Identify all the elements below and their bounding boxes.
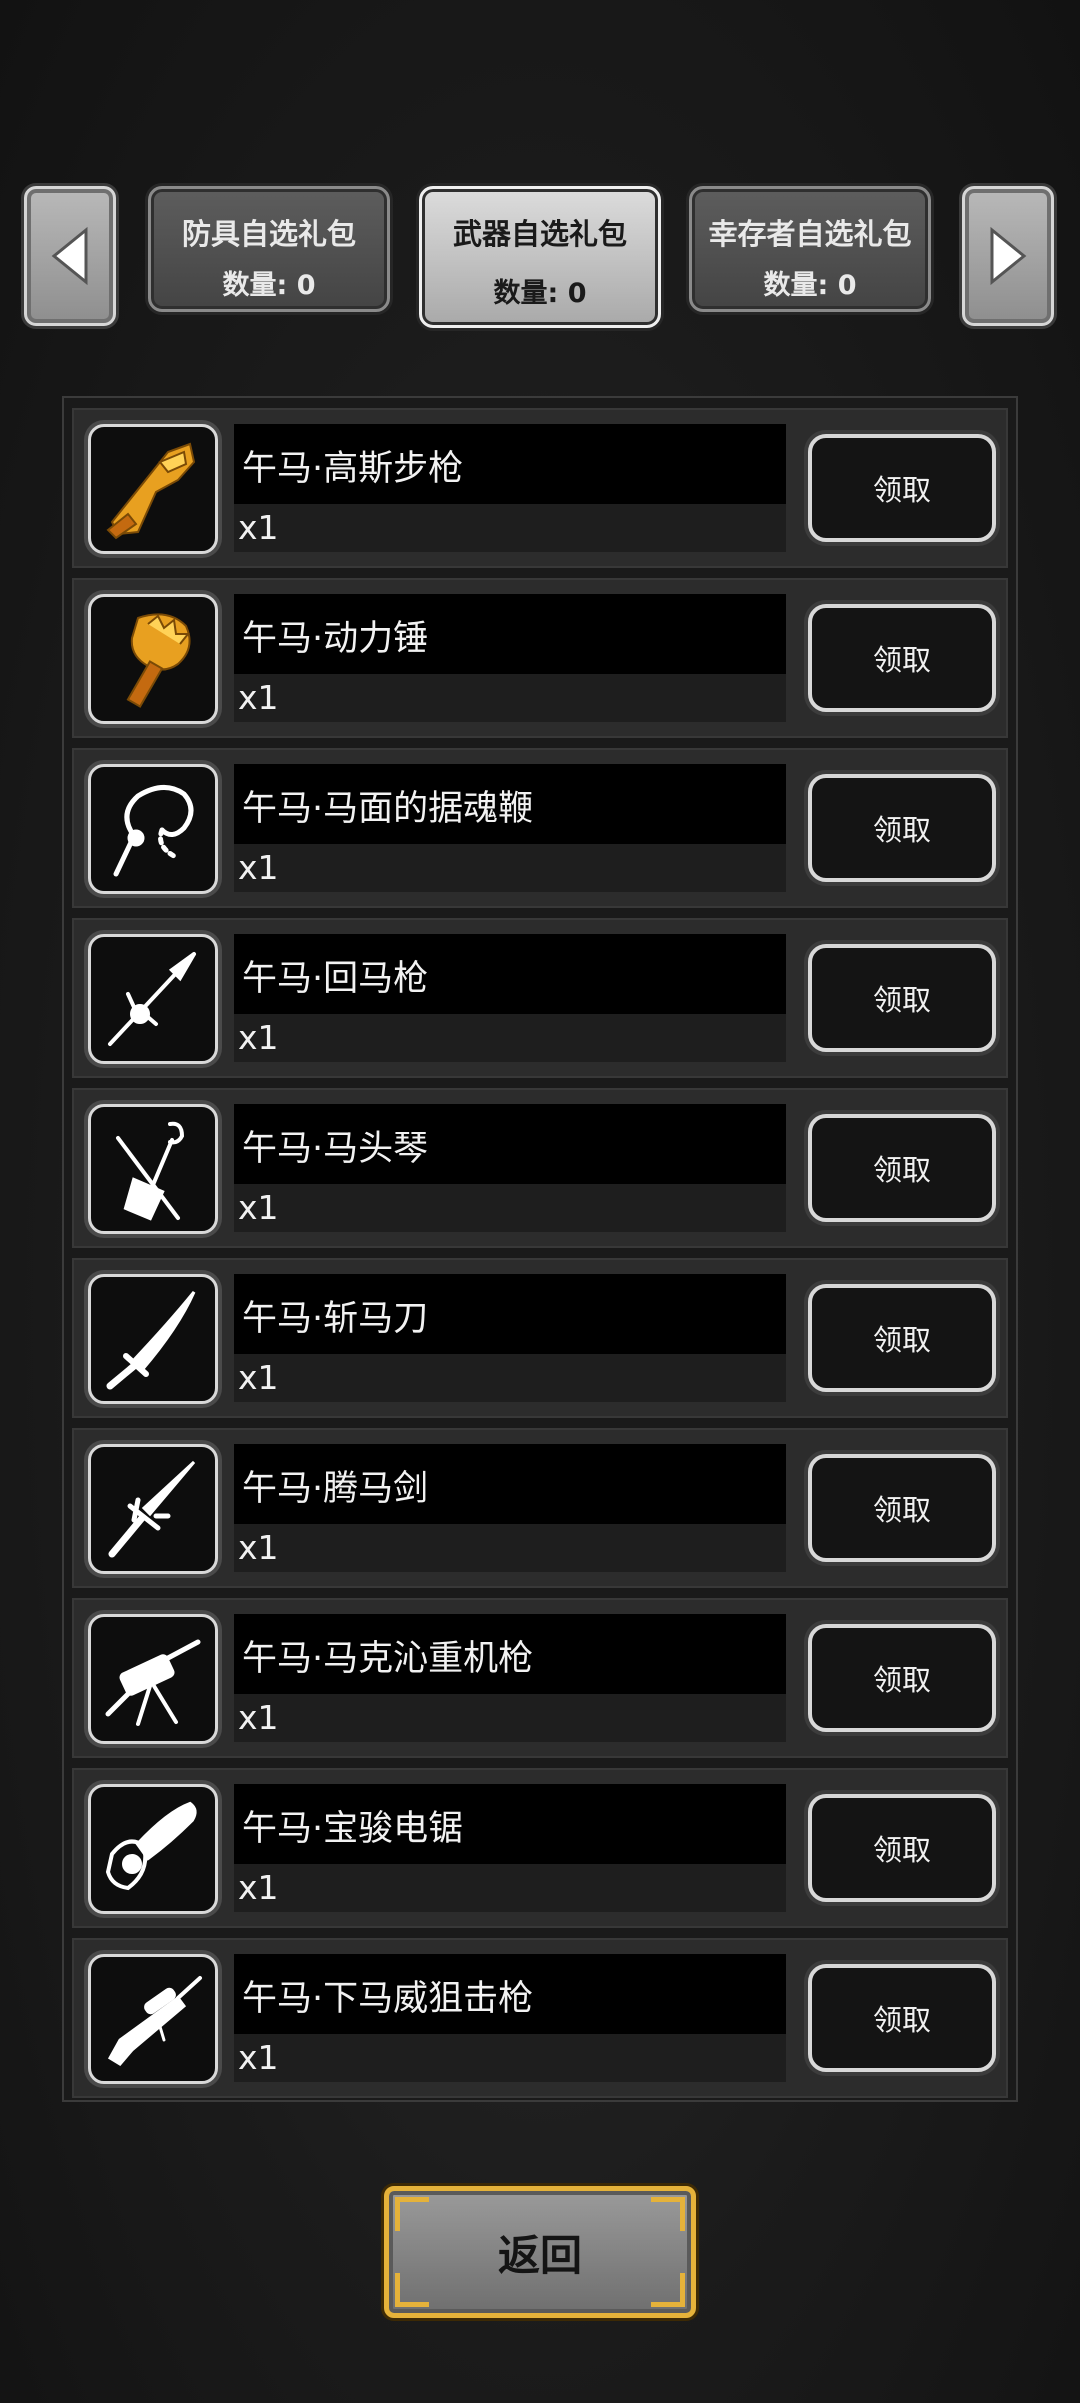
claim-button[interactable]: 领取 [808,434,996,542]
claim-button[interactable]: 领取 [808,1624,996,1732]
item-icon-frame [88,1784,218,1914]
item-icon-frame [88,934,218,1064]
horsehead-fiddle-icon [116,1121,185,1221]
claim-button[interactable]: 领取 [808,1964,996,2072]
item-name: 午马·马头琴 [234,1104,786,1184]
item-name: 午马·高斯步枪 [234,424,786,504]
item-name: 午马·动力锤 [234,594,786,674]
sword-icon [108,1460,196,1558]
spear-icon [108,952,196,1046]
list-item: 午马·高斯步枪 x1 领取 [72,408,1008,568]
item-name: 午马·下马威狙击枪 [234,1954,786,2034]
tab-label: 武器自选礼包 [452,217,627,251]
item-quantity: x1 [234,504,786,552]
list-item: 午马·马面的据魂鞭 x1 领取 [72,748,1008,908]
tab-count: 数量: 0 [222,270,316,301]
prev-page-button[interactable] [24,186,116,326]
item-icon-frame [88,1614,218,1744]
item-icon-frame [88,424,218,554]
list-item: 午马·动力锤 x1 领取 [72,578,1008,738]
corner-ornament [395,2197,429,2231]
chainsaw-icon [105,1801,197,1891]
triangle-left-icon [51,226,88,286]
sniper-rifle-icon [107,1976,202,2066]
list-item: 午马·下马威狙击枪 x1 领取 [72,1938,1008,2098]
tab-survivor-pack[interactable]: 幸存者自选礼包 数量: 0 [689,186,931,312]
next-page-button[interactable] [962,186,1054,326]
claim-button[interactable]: 领取 [808,774,996,882]
tab-count: 数量: 0 [493,278,587,309]
item-icon-frame [88,1954,218,2084]
list-item: 午马·宝骏电锯 x1 领取 [72,1768,1008,1928]
item-quantity: x1 [234,1354,786,1402]
item-quantity: x1 [234,2034,786,2082]
item-quantity: x1 [234,844,786,892]
item-name: 午马·腾马剑 [234,1444,786,1524]
item-quantity: x1 [234,1524,786,1572]
claim-button[interactable]: 领取 [808,1284,996,1392]
tab-armor-pack[interactable]: 防具自选礼包 数量: 0 [148,186,390,312]
whip-icon [113,785,194,877]
item-name: 午马·斩马刀 [234,1274,786,1354]
item-name: 午马·回马枪 [234,934,786,1014]
gauss-rifle-icon [106,442,196,540]
corner-ornament [651,2273,685,2307]
item-name: 午马·马面的据魂鞭 [234,764,786,844]
back-button-label: 返回 [497,2230,582,2280]
list-item: 午马·腾马剑 x1 领取 [72,1428,1008,1588]
power-hammer-icon [126,613,191,708]
claim-button[interactable]: 领取 [808,604,996,712]
item-icon-frame [88,1444,218,1574]
item-name: 午马·宝骏电锯 [234,1784,786,1864]
item-quantity: x1 [234,1694,786,1742]
tab-label: 防具自选礼包 [181,217,356,251]
sabre-icon [106,1291,196,1390]
item-name: 午马·马克沁重机枪 [234,1614,786,1694]
list-item: 午马·马头琴 x1 领取 [72,1088,1008,1248]
list-item: 午马·回马枪 x1 领取 [72,918,1008,1078]
item-quantity: x1 [234,1864,786,1912]
back-button[interactable]: 返回 [384,2186,696,2318]
claim-button[interactable]: 领取 [808,1794,996,1902]
item-icon-frame [88,594,218,724]
reward-list[interactable]: 午马·高斯步枪 x1 领取 午马·动力锤 x1 领取 午马·马面的据魂鞭 x1 … [62,396,1018,2102]
corner-ornament [651,2197,685,2231]
tab-weapon-pack[interactable]: 武器自选礼包 数量: 0 [419,186,661,328]
tab-label: 幸存者自选礼包 [708,217,912,251]
claim-button[interactable]: 领取 [808,1454,996,1562]
item-icon-frame [88,1274,218,1404]
triangle-right-icon [990,226,1027,286]
claim-button[interactable]: 领取 [808,1114,996,1222]
item-icon-frame [88,1104,218,1234]
item-icon-frame [88,764,218,894]
claim-button[interactable]: 领取 [808,944,996,1052]
item-quantity: x1 [234,1014,786,1062]
tab-count: 数量: 0 [763,270,857,301]
list-item: 午马·斩马刀 x1 领取 [72,1258,1008,1418]
item-quantity: x1 [234,674,786,722]
corner-ornament [395,2273,429,2307]
list-item: 午马·马克沁重机枪 x1 领取 [72,1598,1008,1758]
item-quantity: x1 [234,1184,786,1232]
heavy-machine-gun-icon [105,1639,201,1726]
